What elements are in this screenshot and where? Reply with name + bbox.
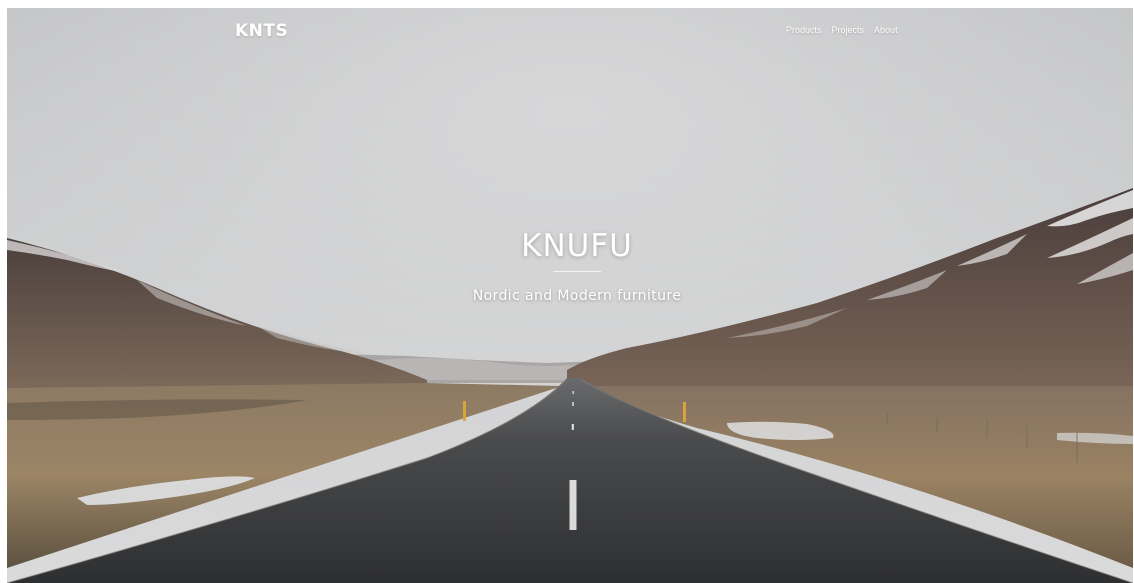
site-header: KNTS Products Projects About <box>7 8 1133 52</box>
nav-link-products[interactable]: Products <box>786 25 822 35</box>
hero-divider <box>553 271 601 272</box>
hero-subtitle: Nordic and Modern furniture <box>472 288 682 304</box>
main-nav: Products Projects About <box>786 25 908 35</box>
hero-content: KNUFU Nordic and Modern furniture <box>7 228 1133 304</box>
hero-section: KNTS Products Projects About KNUFU Nordi… <box>7 8 1133 583</box>
nav-link-about[interactable]: About <box>874 25 898 35</box>
hero-title: KNUFU <box>521 228 633 264</box>
nav-link-projects[interactable]: Projects <box>832 25 865 35</box>
brand-logo[interactable]: KNTS <box>235 21 288 41</box>
